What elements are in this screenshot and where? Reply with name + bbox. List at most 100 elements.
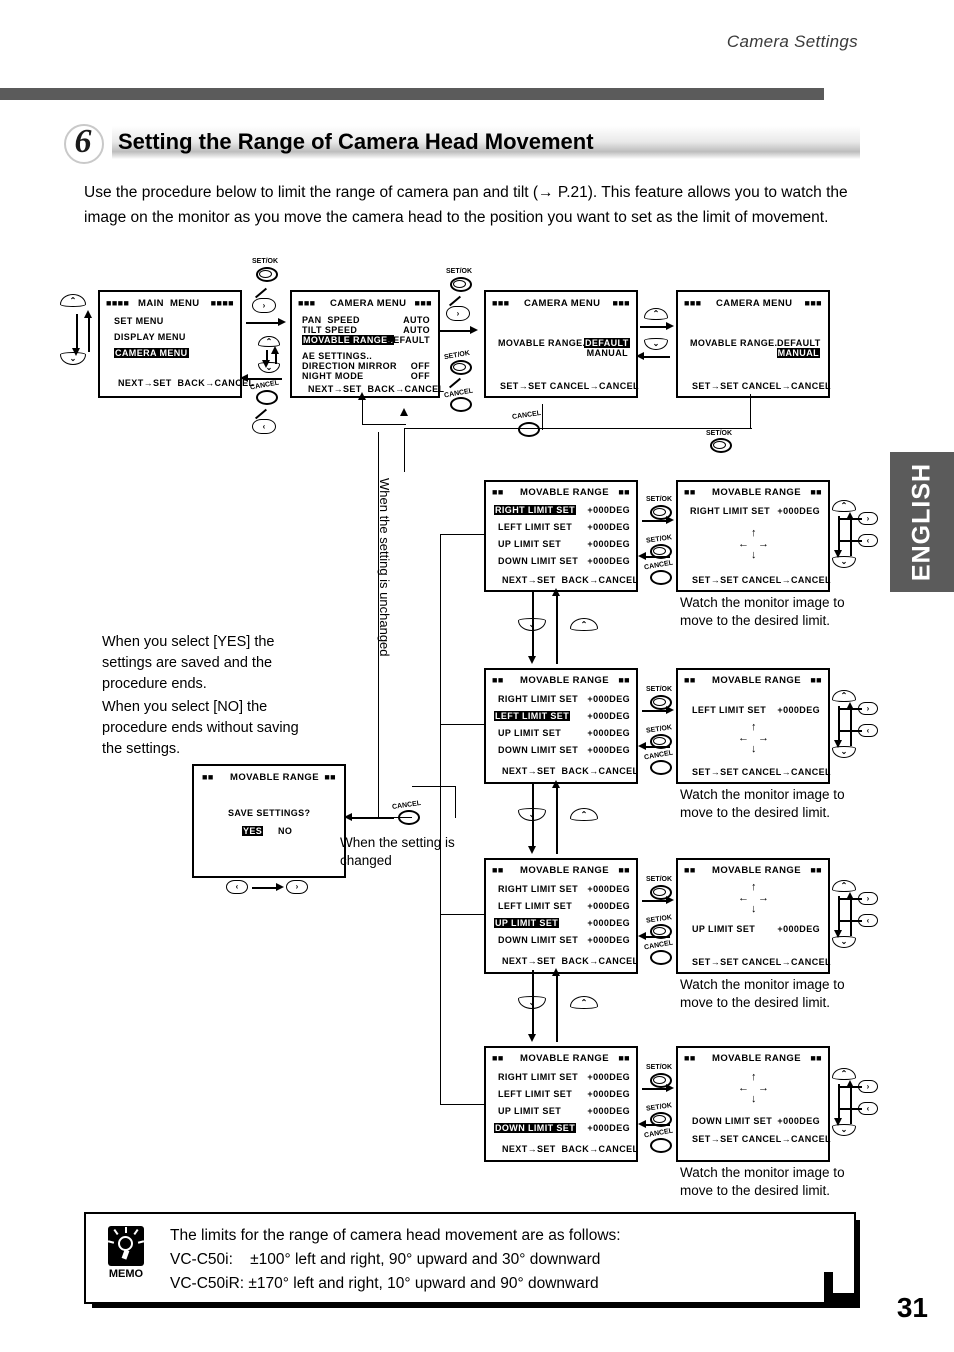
movable-default-option-b[interactable]: MANUAL: [587, 348, 628, 358]
range-up-footer: NEXT→SET BACK→CANCEL: [502, 956, 639, 966]
range-right-item-0-label[interactable]: RIGHT LIMIT SET: [494, 505, 576, 515]
range-up-item-3-label[interactable]: DOWN LIMIT SET: [498, 935, 578, 945]
up-button-option[interactable]: ⌃: [644, 308, 668, 320]
up-button-right-limit[interactable]: ⌃: [832, 500, 856, 512]
up-button-up-limit[interactable]: ⌃: [832, 880, 856, 892]
set-ok-button-2[interactable]: [450, 277, 472, 292]
right-key-button-2[interactable]: ›: [446, 306, 470, 321]
range-right-deco-left: ■■: [492, 487, 504, 497]
range-left-item-0-label[interactable]: RIGHT LIMIT SET: [498, 694, 578, 704]
camera-menu-deco-right: ■■■: [414, 298, 432, 308]
camera-menu-item-0-label[interactable]: PAN SPEED: [302, 315, 360, 325]
arrow-up-shaft: [88, 316, 90, 352]
cancel-button-2[interactable]: [450, 397, 472, 412]
cancel-button-8[interactable]: [398, 810, 420, 825]
range-left-item-1-label[interactable]: LEFT LIMIT SET: [494, 711, 571, 721]
detail-left-label: LEFT LIMIT SET: [692, 705, 767, 715]
main-menu-deco-right: ■■■■: [210, 298, 234, 308]
range-right-item-1-label[interactable]: LEFT LIMIT SET: [498, 522, 572, 532]
detail-up-footer: SET→SET CANCEL→CANCEL: [692, 957, 831, 967]
screen-range-list-up: ■■ MOVABLE RANGE ■■ RIGHT LIMIT SET +000…: [484, 858, 638, 974]
cancel-button-7[interactable]: [650, 1138, 672, 1153]
connector-slash-4: [448, 377, 462, 389]
main-menu-item-1[interactable]: DISPLAY MENU: [114, 332, 186, 342]
range-down-item-1-label[interactable]: LEFT LIMIT SET: [498, 1089, 572, 1099]
cancel-button-3[interactable]: [518, 422, 540, 437]
set-ok-label-5: SET/OK: [646, 496, 673, 503]
save-yes-option[interactable]: YES: [242, 826, 264, 836]
detail-down-deco-left: ■■: [684, 1053, 696, 1063]
arrow-dl-down-head: [834, 1118, 842, 1126]
movable-default-title: CAMERA MENU: [524, 298, 601, 309]
camera-menu-deco-left: ■■■: [298, 298, 316, 308]
range-down-item-3-label[interactable]: DOWN LIMIT SET: [494, 1123, 577, 1133]
camera-menu-item-1-label[interactable]: TILT SPEED: [302, 325, 357, 335]
up-button-left-limit[interactable]: ⌃: [832, 690, 856, 702]
left-key-save[interactable]: ‹: [226, 880, 248, 894]
set-ok-button-1[interactable]: [256, 267, 278, 282]
movable-default-footer: SET→SET CANCEL→CANCEL: [500, 381, 639, 391]
changed-line-h: [412, 786, 456, 788]
camera-menu-item-5-label[interactable]: NIGHT MODE: [302, 371, 364, 381]
movable-default-option-a[interactable]: DEFAULT: [584, 338, 630, 348]
arrow-cancel-7-shaft: [642, 1124, 670, 1126]
branch-line-v2: [440, 724, 442, 914]
camera-menu-footer: NEXT→SET BACK→CANCEL: [308, 384, 445, 394]
set-ok-button-3[interactable]: [450, 360, 472, 375]
range-down-item-3-value: +000DEG: [587, 1123, 630, 1133]
range-down-item-0-label[interactable]: RIGHT LIMIT SET: [498, 1072, 578, 1082]
up-button-down-limit[interactable]: ⌃: [832, 1068, 856, 1080]
set-ok-button-4[interactable]: [710, 438, 732, 453]
range-down-deco-right: ■■: [618, 1053, 630, 1063]
right-key-save[interactable]: ›: [286, 880, 308, 894]
up-button-list-1[interactable]: ⌃: [570, 618, 598, 631]
range-up-item-0-label[interactable]: RIGHT LIMIT SET: [498, 884, 578, 894]
main-menu-item-2[interactable]: CAMERA MENU: [114, 348, 189, 358]
up-button-mainmenu[interactable]: ⌃: [60, 294, 86, 307]
range-right-item-3-label[interactable]: DOWN LIMIT SET: [498, 556, 578, 566]
range-up-item-1-label[interactable]: LEFT LIMIT SET: [498, 901, 572, 911]
header-rule: [0, 88, 824, 100]
detail-down-title: MOVABLE RANGE: [712, 1053, 801, 1064]
branch-line-up: [440, 914, 486, 916]
arrow-cancel-4-shaft: [642, 556, 670, 558]
branch-line-v1: [440, 534, 442, 724]
camera-menu-item-5-value: OFF: [410, 371, 430, 381]
range-up-item-2-label[interactable]: UP LIMIT SET: [494, 918, 560, 928]
down-button-option[interactable]: ⌄: [644, 338, 668, 350]
range-left-item-2-label[interactable]: UP LIMIT SET: [498, 728, 561, 738]
camera-menu-item-4-label[interactable]: DIRECTION MIRROR: [302, 361, 397, 371]
cancel-button-1[interactable]: [256, 390, 278, 405]
left-key-button-1[interactable]: ‹: [252, 419, 276, 434]
arrow-cancel-5-head: [638, 742, 646, 750]
camera-menu-item-2-label[interactable]: MOVABLE RANGE..: [302, 335, 395, 345]
range-left-item-3-label[interactable]: DOWN LIMIT SET: [498, 745, 578, 755]
cancel-button-5[interactable]: [650, 760, 672, 775]
cancel-button-4[interactable]: [650, 570, 672, 585]
range-right-item-0-value: +000DEG: [587, 505, 630, 515]
note-yes-selection: When you select [YES] the settings are s…: [102, 634, 275, 692]
watch-monitor-note-up: Watch the monitor image to move to the d…: [680, 977, 845, 1010]
up-button-list-2[interactable]: ⌃: [570, 808, 598, 821]
main-menu-item-0[interactable]: SET MENU: [114, 316, 164, 326]
right-key-button-1[interactable]: ›: [252, 298, 276, 313]
arrow-right-head-1: [278, 318, 286, 326]
cancel-button-6[interactable]: [650, 950, 672, 965]
range-right-item-2-label[interactable]: UP LIMIT SET: [498, 539, 561, 549]
header-corner-graphic: [864, 0, 954, 100]
camera-menu-item-3-label[interactable]: AE SETTINGS..: [302, 351, 372, 361]
running-head-title: Camera Settings: [726, 32, 858, 51]
flow-arrow-up-b: [358, 392, 366, 400]
up-button-list-3[interactable]: ⌃: [570, 996, 598, 1009]
range-left-deco-right: ■■: [618, 675, 630, 685]
save-no-option[interactable]: NO: [278, 826, 292, 836]
list-arrow-down-2: [532, 782, 534, 850]
watch-monitor-note-left: Watch the monitor image to move to the d…: [680, 787, 845, 820]
arrow-right-head-2: [470, 326, 478, 334]
screen-detail-right-limit: ■■ MOVABLE RANGE ■■ RIGHT LIMIT SET +000…: [676, 480, 831, 592]
range-up-deco-left: ■■: [492, 865, 504, 875]
movable-manual-option-a[interactable]: DEFAULT: [777, 338, 821, 348]
range-down-item-2-label[interactable]: UP LIMIT SET: [498, 1106, 561, 1116]
movable-manual-option-b[interactable]: MANUAL: [776, 348, 820, 358]
detail-right-deco-right: ■■: [810, 487, 822, 497]
